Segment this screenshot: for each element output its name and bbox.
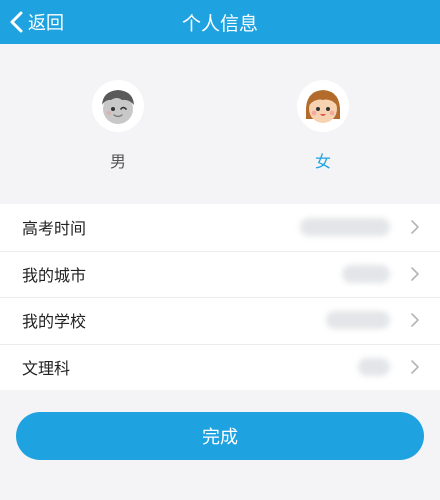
row-label: 我的城市 <box>22 265 87 285</box>
row-value-blurred <box>358 357 390 376</box>
row-value-blurred <box>300 218 390 237</box>
list-item[interactable]: 我的城市 <box>0 250 440 298</box>
row-label: 高考时间 <box>22 219 87 239</box>
back-label: 返回 <box>28 13 64 34</box>
page-title: 个人信息 <box>181 12 258 35</box>
gender-option-male[interactable]: 男 <box>78 80 158 180</box>
submit-button[interactable]: 完成 <box>16 412 424 460</box>
chevron-left-icon <box>10 11 23 33</box>
gender-option-female[interactable]: 女 <box>283 80 363 180</box>
chevron-right-icon <box>411 313 419 328</box>
avatar <box>297 80 349 132</box>
list-item[interactable]: 文理科 <box>0 343 440 391</box>
chevron-right-icon <box>411 266 419 281</box>
row-value-blurred <box>326 311 390 330</box>
gender-selector: 男 女 <box>0 44 440 204</box>
boy-avatar-icon <box>102 90 134 124</box>
info-list: 高考时间 我的城市 我的学校 文理科 <box>0 204 440 390</box>
row-label: 文理科 <box>22 358 71 378</box>
list-item[interactable]: 我的学校 <box>0 297 440 344</box>
row-value-blurred <box>342 264 390 283</box>
top-bar: 返回 个人信息 <box>0 0 440 44</box>
row-label: 我的学校 <box>22 312 87 332</box>
gender-label-male: 男 <box>109 152 126 171</box>
back-button[interactable]: 返回 <box>8 0 64 44</box>
avatar <box>92 80 144 132</box>
list-item[interactable]: 高考时间 <box>0 204 440 251</box>
girl-avatar-icon <box>305 90 341 123</box>
chevron-right-icon <box>411 220 419 235</box>
chevron-right-icon <box>411 359 419 374</box>
gender-label-female: 女 <box>314 152 331 171</box>
